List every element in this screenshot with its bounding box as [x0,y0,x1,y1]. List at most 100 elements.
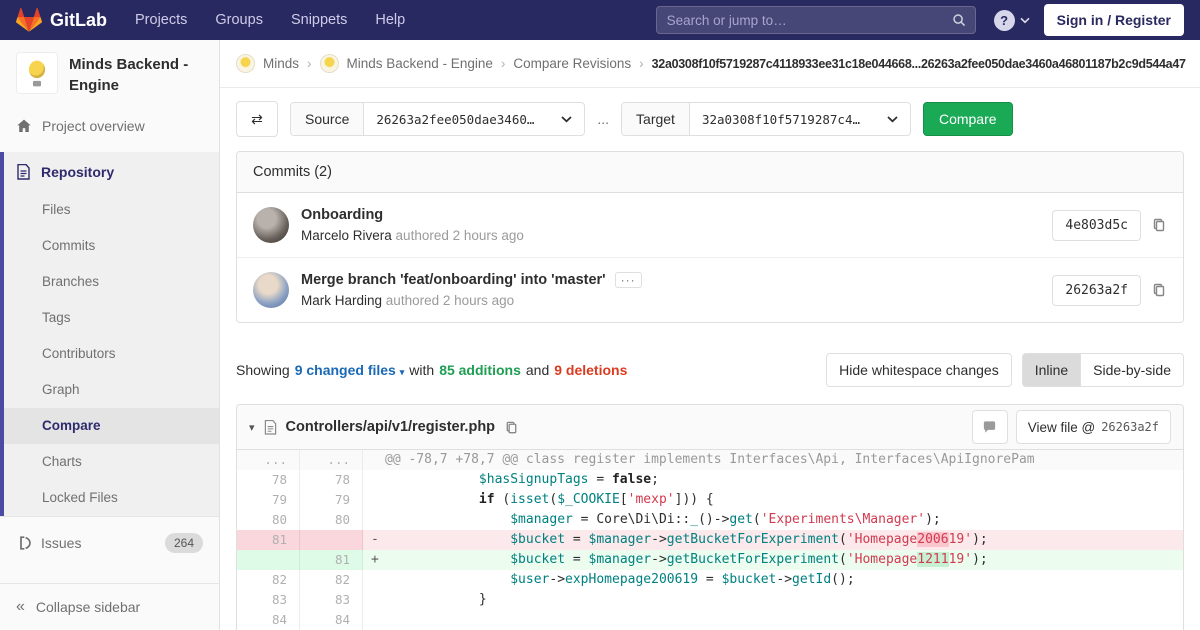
search-input[interactable] [656,6,976,34]
sidebar-item-graph[interactable]: Graph [4,372,219,408]
hide-whitespace-button[interactable]: Hide whitespace changes [826,353,1012,387]
line-number-new[interactable]: 79 [300,490,363,510]
diff-file-path[interactable]: Controllers/api/v1/register.php [286,419,496,435]
copy-file-path-icon[interactable] [504,420,519,435]
compare-separator: ... [597,111,609,127]
commit-author-avatar[interactable] [253,207,289,243]
diff-file-header: ▾ Controllers/api/v1/register.php [237,405,1183,450]
code-line: $user->expHomepage200619 = $bucket->getI… [363,570,1184,590]
commit-author-link[interactable]: Marcelo Rivera [301,228,392,243]
commit-title-link[interactable]: Merge branch 'feat/onboarding' into 'mas… [301,272,606,288]
sidebar-item-label: Issues [41,535,81,551]
additions-count: 85 additions [439,362,521,378]
line-number-old[interactable] [237,550,300,570]
copy-sha-icon[interactable] [1151,217,1167,233]
diff-summary-bar: Showing 9 changed files ▾ with 85 additi… [236,353,1184,387]
diff-row: 8484 [237,610,1183,630]
diff-row: 7979 if (isset($_COOKIE['mexp'])) { [237,490,1183,510]
repository-subnav: FilesCommitsBranchesTagsContributorsGrap… [4,192,219,516]
commit-sha[interactable]: 26263a2f [1052,275,1141,306]
commit-description-toggle[interactable]: ··· [615,272,642,288]
collapse-diff-caret-icon[interactable]: ▾ [249,421,255,434]
sidebar-item-compare[interactable]: Compare [4,408,219,444]
changed-files-dropdown[interactable]: 9 changed files ▾ [295,362,405,378]
double-chevron-left-icon: « [16,600,25,614]
sidebar-item-locked-files[interactable]: Locked Files [4,480,219,516]
line-number-new[interactable] [300,530,363,550]
sidebar-item-issues[interactable]: Issues 264 [0,516,219,569]
view-file-button[interactable]: View file @ 26263a2f [1016,410,1171,444]
breadcrumb: Minds › Minds Backend - Engine › Compare… [220,40,1200,88]
project-context[interactable]: Minds Backend - Engine [0,40,219,106]
code-line [363,610,1184,630]
sidebar-item-charts[interactable]: Charts [4,444,219,480]
commit-title-link[interactable]: Onboarding [301,207,383,223]
sidebar-item-contributors[interactable]: Contributors [4,336,219,372]
nav-item-snippets[interactable]: Snippets [291,12,347,28]
view-file-sha: 26263a2f [1101,420,1159,434]
diff-row: 81- $bucket = $manager->getBucketForExpe… [237,530,1183,550]
breadcrumb-separator: › [307,56,312,71]
issues-icon [16,535,31,551]
line-number-new[interactable]: 81 [300,550,363,570]
breadcrumb-separator: › [501,56,506,71]
line-number-old[interactable]: 79 [237,490,300,510]
line-number-old[interactable]: 84 [237,610,300,630]
search-icon[interactable] [952,13,967,28]
line-number-old[interactable]: 81 [237,530,300,550]
line-number-new[interactable]: ... [300,450,363,470]
sidebar-item-label: Repository [41,164,114,180]
sidebar-item-label: Project overview [42,118,145,134]
nav-item-groups[interactable]: Groups [215,12,263,28]
nav-item-help[interactable]: Help [375,12,405,28]
line-number-old[interactable]: 82 [237,570,300,590]
commit-author-avatar[interactable] [253,272,289,308]
diff-file-panel: ▾ Controllers/api/v1/register.php [236,404,1184,630]
help-menu[interactable]: ? [994,10,1030,31]
sidebar-item-branches[interactable]: Branches [4,264,219,300]
line-number-new[interactable]: 84 [300,610,363,630]
sidebar-item-tags[interactable]: Tags [4,300,219,336]
sidebar-item-commits[interactable]: Commits [4,228,219,264]
brand-name: GitLab [50,10,107,31]
line-number-new[interactable]: 82 [300,570,363,590]
gitlab-home-link[interactable]: GitLab [16,7,107,33]
collapse-sidebar-button[interactable]: « Collapse sidebar [0,583,219,630]
line-number-old[interactable]: 80 [237,510,300,530]
target-ref-dropdown[interactable]: 32a0308f10f5719287c4… [690,103,910,135]
code-line: $manager = Core\Di\Di::_()->get('Experim… [363,510,1184,530]
diff-row: 8282 $user->expHomepage200619 = $bucket-… [237,570,1183,590]
sidebar-item-repository[interactable]: Repository [4,152,219,192]
target-ref-group: Target 32a0308f10f5719287c4… [621,102,911,136]
sidebar: Minds Backend - Engine Project overview … [0,40,220,630]
toggle-comments-button[interactable] [972,410,1008,444]
side-by-side-view-button[interactable]: Side-by-side [1081,353,1184,387]
chevron-down-icon [561,116,572,123]
code-line: } [363,590,1184,610]
breadcrumb-group-link[interactable]: Minds [263,56,299,71]
view-file-label: View file @ [1028,420,1095,435]
inline-view-button[interactable]: Inline [1022,353,1081,387]
compare-button[interactable]: Compare [923,102,1013,136]
commit-author-link[interactable]: Mark Harding [301,293,382,308]
nav-item-projects[interactable]: Projects [135,12,187,28]
line-number-new[interactable]: 78 [300,470,363,490]
swap-revisions-button[interactable]: ⇄ [236,101,278,137]
breadcrumb-current-revisions: 32a0308f10f5719287c4118933ee31c18e044668… [652,57,1186,71]
line-number-old[interactable]: 78 [237,470,300,490]
breadcrumb-section-link[interactable]: Compare Revisions [513,56,631,71]
document-icon [16,164,31,180]
line-number-new[interactable]: 80 [300,510,363,530]
source-ref-dropdown[interactable]: 26263a2fee050dae3460… [364,103,584,135]
line-number-old[interactable]: 83 [237,590,300,610]
line-number-old[interactable]: ... [237,450,300,470]
help-icon: ? [994,10,1015,31]
sign-in-button[interactable]: Sign in / Register [1044,4,1184,36]
sidebar-item-files[interactable]: Files [4,192,219,228]
line-number-new[interactable]: 83 [300,590,363,610]
copy-sha-icon[interactable] [1151,282,1167,298]
breadcrumb-project-link[interactable]: Minds Backend - Engine [347,56,493,71]
commit-sha[interactable]: 4e803d5c [1052,210,1141,241]
sidebar-item-project-overview[interactable]: Project overview [0,106,219,146]
commit-meta-text: authored 2 hours ago [386,293,514,308]
